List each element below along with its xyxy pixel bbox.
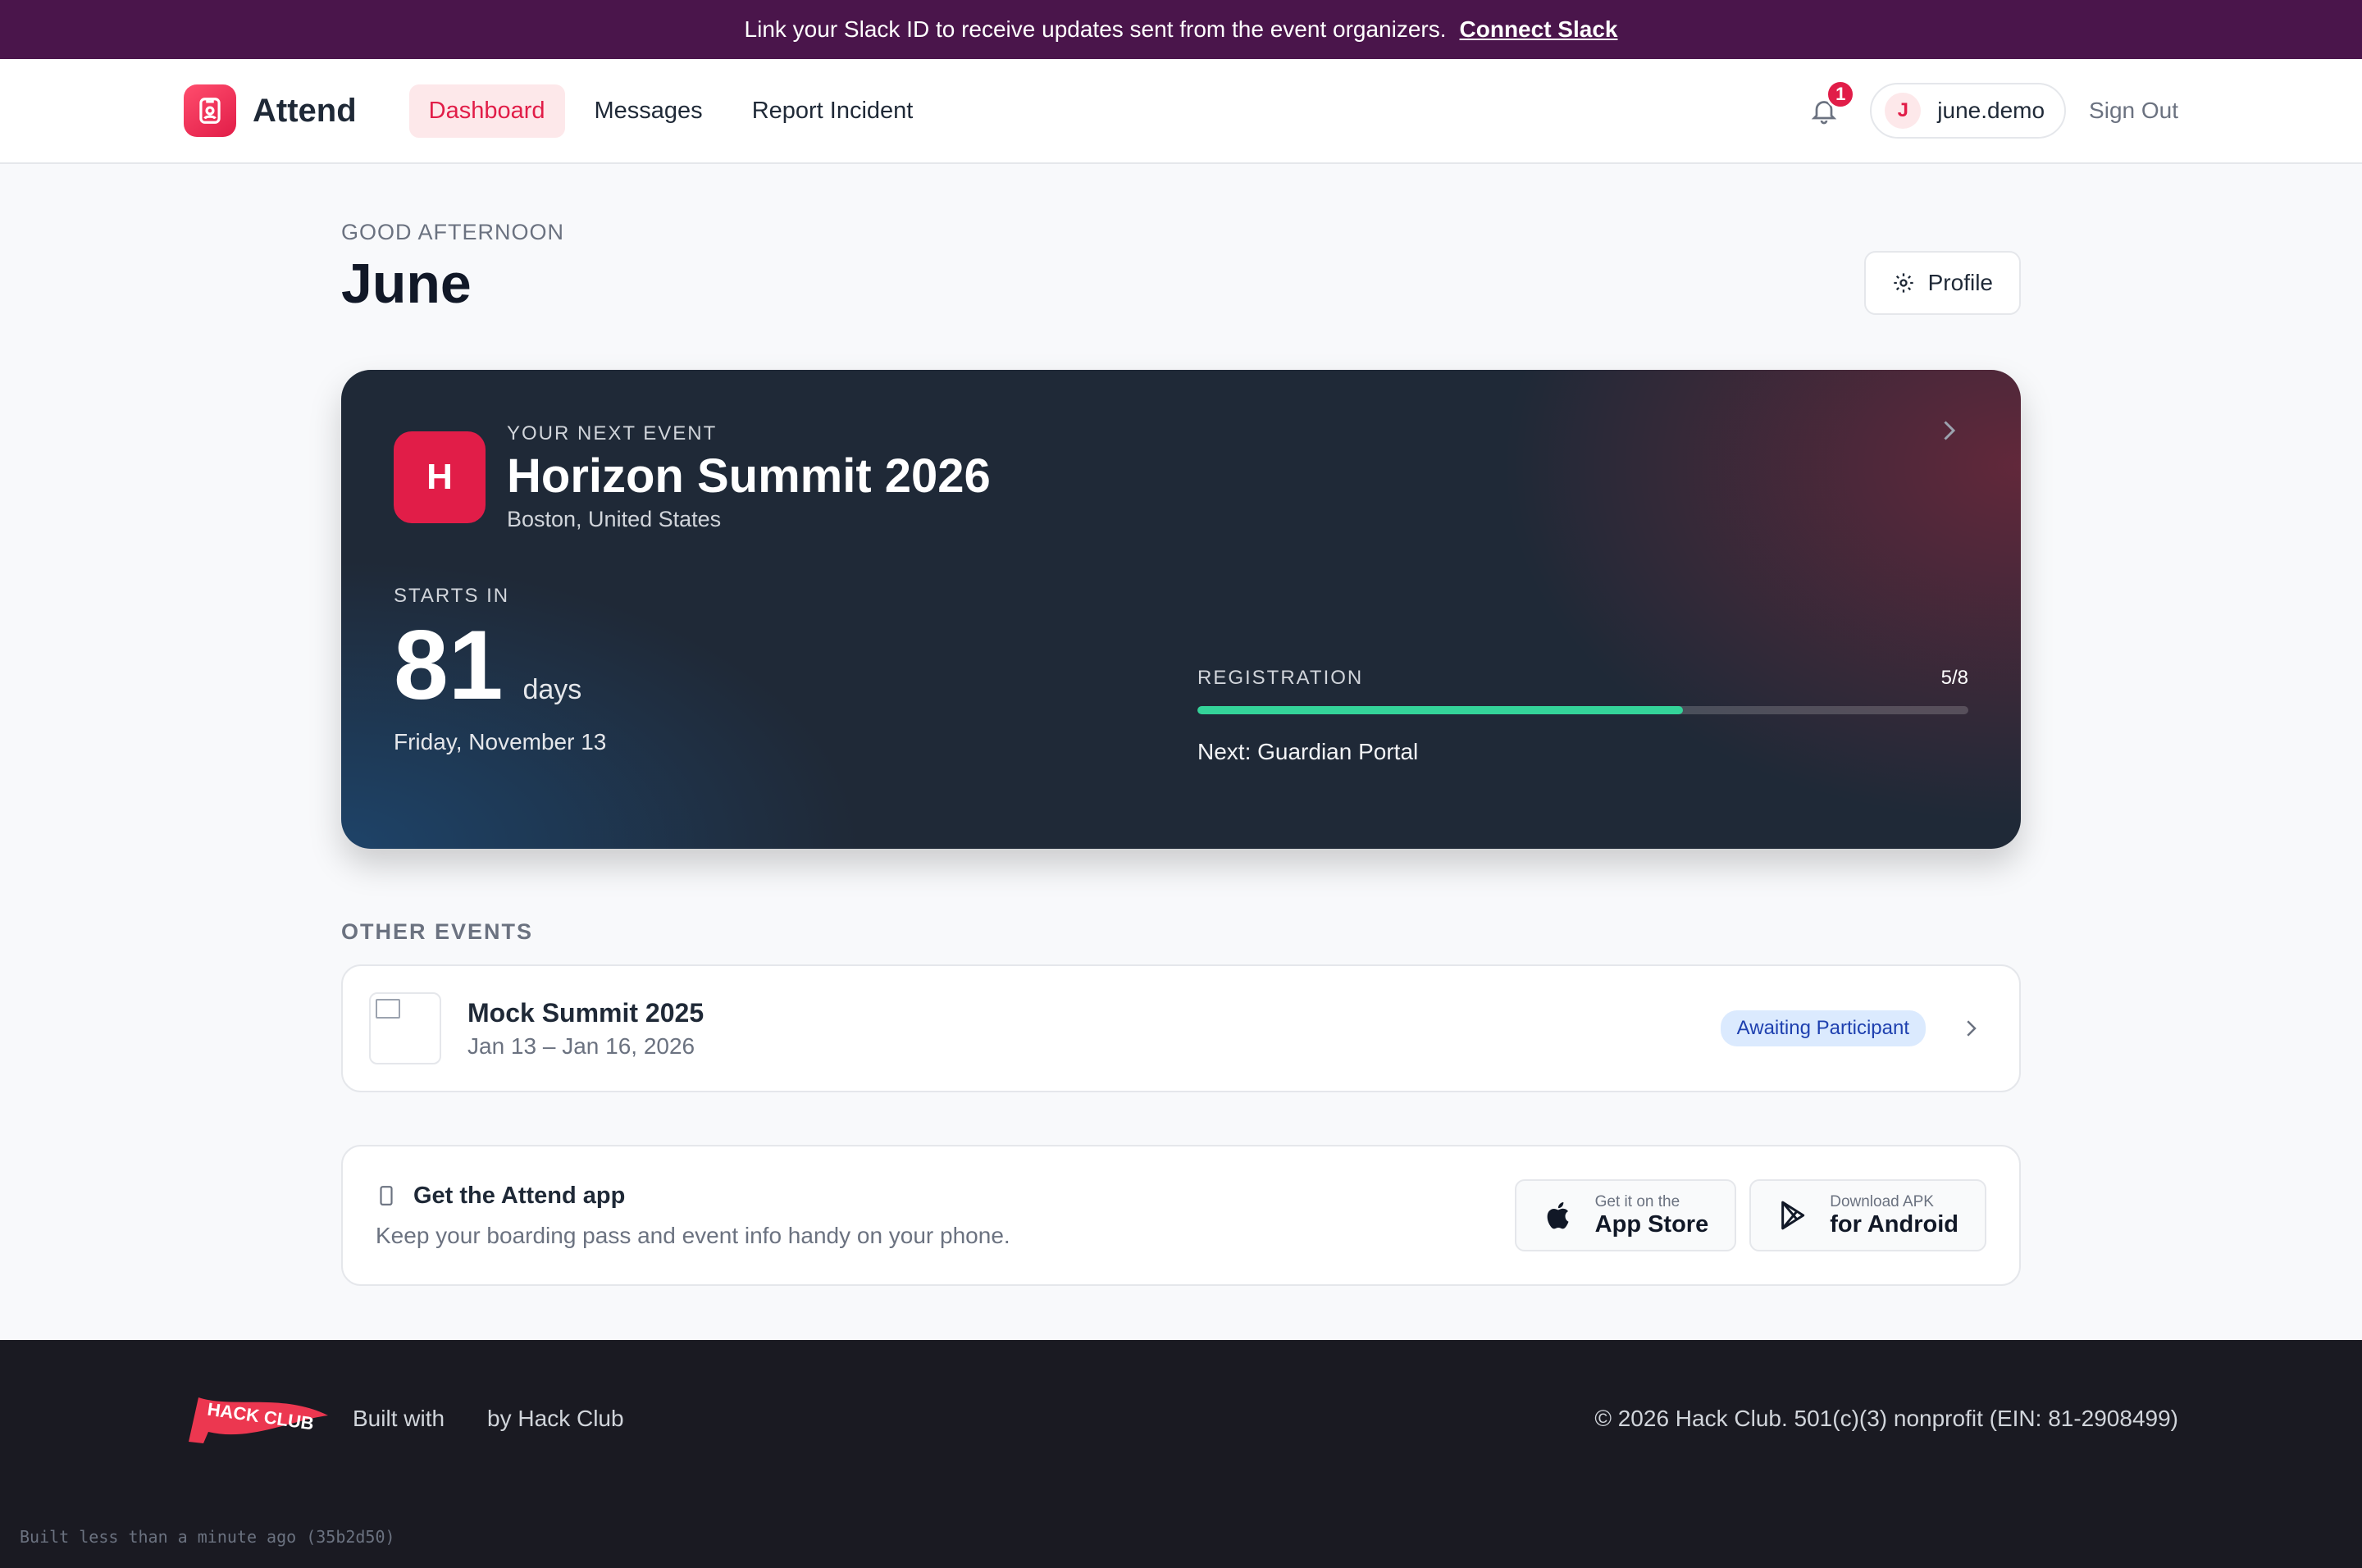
status-badge: Awaiting Participant bbox=[1720, 1010, 1926, 1046]
registration-count: 5/8 bbox=[1940, 667, 1968, 689]
chevron-right-icon bbox=[1967, 1020, 1977, 1037]
greeting: GOOD AFTERNOON bbox=[341, 220, 565, 244]
nav-messages[interactable]: Messages bbox=[575, 84, 723, 138]
next-event-card[interactable]: H YOUR NEXT EVENT Horizon Summit 2026 Bo… bbox=[341, 370, 2021, 849]
event-title: Horizon Summit 2026 bbox=[507, 449, 991, 503]
apple-icon bbox=[1547, 1202, 1569, 1229]
slack-banner: Link your Slack ID to receive updates se… bbox=[0, 0, 2362, 59]
list-item[interactable]: Mock Summit 2025 Jan 13 – Jan 16, 2026 A… bbox=[341, 964, 2021, 1092]
app-store-big: App Store bbox=[1594, 1210, 1709, 1238]
event-thumbnail bbox=[369, 992, 441, 1064]
build-info: Built less than a minute ago (35b2d50) bbox=[20, 1527, 395, 1547]
progress-fill bbox=[1197, 706, 1684, 714]
countdown: 81 days bbox=[394, 616, 581, 714]
android-small: Download APK bbox=[1830, 1192, 1934, 1210]
play-store-icon bbox=[1781, 1201, 1805, 1230]
next-step: Next: Guardian Portal bbox=[1197, 739, 1419, 764]
attend-logo-icon bbox=[184, 84, 236, 137]
app-store-small: Get it on the bbox=[1594, 1192, 1680, 1210]
page-title: June bbox=[341, 253, 472, 315]
profile-label: Profile bbox=[1927, 270, 1993, 295]
profile-button[interactable]: Profile bbox=[1863, 251, 2021, 315]
built-with: Built with bbox=[353, 1406, 445, 1431]
notification-badge: 1 bbox=[1826, 80, 1856, 109]
app-store-button[interactable]: Get it on the App Store bbox=[1514, 1179, 1737, 1251]
other-event-dates: Jan 13 – Jan 16, 2026 bbox=[467, 1032, 695, 1059]
app-promo-subtitle: Keep your boarding pass and event info h… bbox=[376, 1222, 1010, 1248]
footer: HACK CLUB Built with by Hack Club © 2026… bbox=[0, 1340, 2362, 1568]
phone-icon bbox=[380, 1186, 393, 1206]
hack-club-flag-logo[interactable]: HACK CLUB bbox=[184, 1391, 333, 1447]
nav-dashboard[interactable]: Dashboard bbox=[408, 84, 565, 138]
connect-slack-link[interactable]: Connect Slack bbox=[1460, 16, 1618, 43]
nav-right: 1 J june.demo Sign Out bbox=[1801, 80, 2178, 139]
registration-progress: REGISTRATION 5/8 Next: Guardian Portal bbox=[1197, 667, 1968, 765]
by-hack-club[interactable]: by Hack Club bbox=[487, 1406, 624, 1432]
gear-icon bbox=[1893, 273, 1913, 293]
app-promo-title: Get the Attend app bbox=[413, 1182, 626, 1209]
event-icon: H bbox=[394, 431, 486, 523]
progress-bar bbox=[1197, 706, 1968, 714]
brand-name: Attend bbox=[253, 92, 357, 129]
event-date: Friday, November 13 bbox=[394, 729, 607, 754]
notifications-button[interactable]: 1 bbox=[1801, 80, 1856, 134]
chevron-right-icon[interactable] bbox=[1934, 416, 1963, 445]
next-event-label: YOUR NEXT EVENT bbox=[507, 422, 718, 444]
days-unit: days bbox=[522, 674, 582, 705]
other-event-title: Mock Summit 2025 bbox=[467, 997, 704, 1028]
main-content: GOOD AFTERNOON June Profile H YOUR NEXT … bbox=[341, 164, 2021, 1286]
nav-links: Dashboard Messages Report Incident bbox=[408, 84, 933, 138]
top-nav: Attend Dashboard Messages Report Inciden… bbox=[0, 59, 2362, 164]
starts-in-label: STARTS IN bbox=[394, 585, 510, 607]
sign-out-button[interactable]: Sign Out bbox=[2089, 98, 2178, 124]
days-count: 81 bbox=[394, 610, 504, 720]
username: june.demo bbox=[1937, 98, 2045, 123]
event-location: Boston, United States bbox=[507, 507, 722, 531]
android-apk-button[interactable]: Download APK for Android bbox=[1749, 1179, 1986, 1251]
copyright: © 2026 Hack Club. 501(c)(3) nonprofit (E… bbox=[1594, 1406, 2178, 1431]
banner-text: Link your Slack ID to receive updates se… bbox=[744, 16, 1447, 42]
store-buttons: Get it on the App Store Download APK for… bbox=[1514, 1179, 1986, 1251]
brand[interactable]: Attend bbox=[184, 84, 357, 137]
other-events-title: OTHER EVENTS bbox=[341, 919, 534, 944]
nav-report-incident[interactable]: Report Incident bbox=[732, 84, 933, 138]
registration-label: REGISTRATION bbox=[1197, 667, 1364, 689]
avatar: J bbox=[1885, 93, 1922, 129]
event-header: H YOUR NEXT EVENT Horizon Summit 2026 Bo… bbox=[394, 422, 991, 532]
android-big: for Android bbox=[1830, 1210, 1958, 1238]
app-promo-card: Get the Attend app Keep your boarding pa… bbox=[341, 1145, 2021, 1286]
user-menu[interactable]: J june.demo bbox=[1870, 83, 2067, 139]
